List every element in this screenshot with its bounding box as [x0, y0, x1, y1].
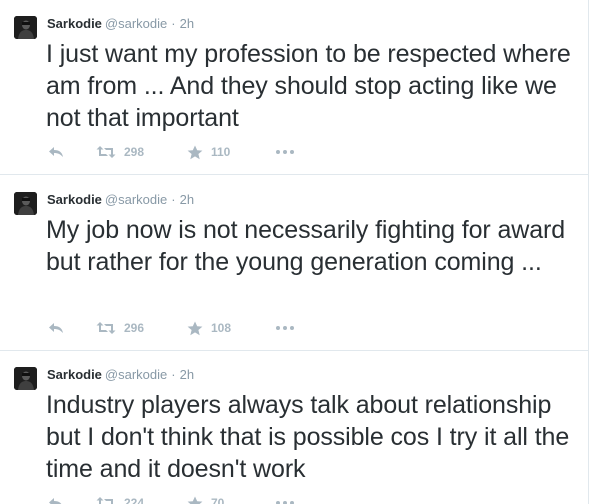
tweet-header: Sarkodie @sarkodie · 2h [47, 191, 194, 209]
star-icon [187, 321, 203, 335]
author-name[interactable]: Sarkodie [47, 16, 102, 31]
more-dots-icon [276, 501, 294, 504]
star-icon [187, 496, 203, 504]
tweet-actions: 296 108 [46, 318, 446, 338]
tweet-text: My job now is not necessarily fighting f… [46, 216, 566, 276]
author-name[interactable]: Sarkodie [47, 192, 102, 207]
tweet[interactable]: Sarkodie @sarkodie · 2h My job now is not n… [0, 176, 588, 351]
timestamp[interactable]: 2h [180, 16, 194, 31]
separator: · [171, 16, 176, 31]
retweet-icon [96, 322, 116, 334]
retweet-icon [96, 146, 116, 158]
retweet-icon [96, 497, 113, 504]
author-username[interactable]: @sarkodie [105, 16, 167, 31]
tweet[interactable]: Sarkodie @sarkodie · 2h I just want my prof… [0, 0, 588, 175]
timestamp[interactable]: 2h [180, 192, 194, 207]
tweet[interactable]: Sarkodie @sarkodie · 2h Industry players al… [0, 351, 588, 504]
avatar[interactable] [14, 367, 37, 390]
reply-button[interactable] [48, 142, 64, 162]
tweet-header: Sarkodie @sarkodie · 2h [47, 15, 194, 33]
separator: · [171, 192, 176, 207]
avatar[interactable] [14, 16, 37, 39]
tweet-actions: 298 110 [46, 142, 446, 162]
reply-icon [49, 147, 63, 157]
reply-icon [49, 323, 63, 333]
more-dots-icon [276, 150, 294, 154]
favorite-count: 110 [211, 145, 231, 159]
retweet-count: 296 [124, 321, 145, 335]
timeline: Sarkodie @sarkodie · 2h I just want my prof… [0, 0, 589, 504]
avatar-image [14, 367, 37, 390]
more-button[interactable] [275, 318, 295, 338]
retweet-count: 224 [124, 496, 145, 504]
more-button[interactable] [275, 142, 295, 162]
favorite-button[interactable]: 108 [187, 318, 231, 338]
favorite-count: 70 [211, 496, 225, 504]
avatar[interactable] [14, 192, 37, 215]
more-button[interactable] [275, 493, 295, 504]
tweet-header: Sarkodie @sarkodie · 2h [47, 366, 194, 384]
tweet-actions: 224 70 [46, 493, 446, 504]
retweet-button[interactable]: 298 [96, 142, 144, 162]
favorite-count: 108 [211, 321, 232, 335]
author-username[interactable]: @sarkodie [105, 367, 167, 382]
separator: · [171, 367, 176, 382]
reply-icon [49, 498, 62, 504]
author-name[interactable]: Sarkodie [47, 367, 102, 382]
favorite-button[interactable]: 70 [187, 493, 224, 504]
reply-button[interactable] [48, 493, 64, 504]
reply-button[interactable] [48, 318, 64, 338]
avatar-image [14, 192, 37, 215]
star-icon [187, 145, 203, 159]
retweet-count: 298 [124, 145, 145, 159]
author-username[interactable]: @sarkodie [105, 192, 167, 207]
more-dots-icon [276, 326, 294, 330]
tweet-text: I just want my profession to be respecte… [46, 40, 571, 132]
tweet-text: Industry players always talk about relat… [46, 391, 570, 483]
retweet-button[interactable]: 296 [96, 318, 144, 338]
favorite-button[interactable]: 110 [187, 142, 230, 162]
retweet-button[interactable]: 224 [96, 493, 144, 504]
timestamp[interactable]: 2h [180, 367, 194, 382]
avatar-image [14, 16, 37, 39]
